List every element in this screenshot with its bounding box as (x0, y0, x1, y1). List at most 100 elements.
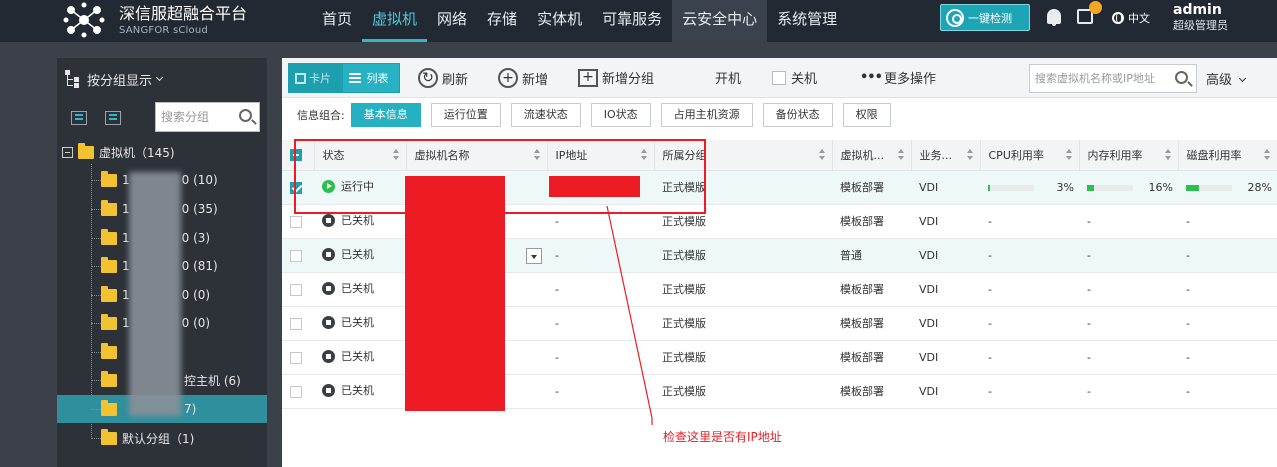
user-role: 超级管理员 (1173, 19, 1228, 32)
tag-basic-info[interactable]: 基本信息 (350, 103, 421, 127)
add-group-button[interactable]: + 新增分组 (578, 68, 654, 87)
folder-icon (101, 342, 117, 359)
main-nav: 首页 虚拟机 网络 存储 实体机 可靠服务 云安全中心 系统管理 (312, 0, 847, 42)
grid-icon (295, 72, 306, 84)
name-dropdown-icon[interactable] (526, 248, 542, 264)
nav-network[interactable]: 网络 (427, 0, 477, 42)
nav-host[interactable]: 实体机 (527, 0, 592, 42)
sort-icon[interactable] (1065, 149, 1073, 161)
col-vm-type[interactable]: 虚拟机... (832, 140, 912, 171)
folder-icon (101, 399, 117, 416)
more-actions-button[interactable]: ••• 更多操作 (860, 68, 936, 87)
row-checkbox[interactable] (290, 385, 302, 398)
folder-icon (101, 256, 117, 273)
folder-icon (101, 228, 117, 245)
group-search-placeholder: 搜索分组 (161, 110, 210, 124)
row-checkbox[interactable] (290, 249, 302, 262)
chevron-down-icon (1238, 74, 1247, 83)
memory-usage-bar (1087, 184, 1133, 191)
col-cpu[interactable]: CPU利用率 (980, 140, 1080, 171)
vm-search-placeholder: 搜索虚拟机名称或IP地址 (1035, 72, 1155, 85)
nav-storage[interactable]: 存储 (477, 0, 527, 42)
tree-root[interactable]: 虚拟机（145) (62, 143, 175, 161)
row-checkbox[interactable] (290, 215, 302, 228)
tree-root-label: 虚拟机（145) (99, 146, 175, 160)
more-icon: ••• (860, 70, 883, 85)
nav-system[interactable]: 系统管理 (767, 0, 847, 42)
sort-icon[interactable] (1164, 149, 1172, 161)
refresh-button[interactable]: ↻ 刷新 (418, 68, 468, 88)
stopped-icon (322, 247, 335, 261)
add-button[interactable]: + 新增 (498, 68, 548, 88)
folder-icon (101, 370, 117, 387)
col-memory[interactable]: 内存利用率 (1079, 140, 1179, 171)
tag-flow-status[interactable]: 流速状态 (510, 103, 581, 127)
sort-icon[interactable] (966, 149, 974, 161)
row-checkbox[interactable] (290, 317, 302, 330)
stopped-icon (322, 315, 335, 329)
tag-host-resources[interactable]: 占用主机资源 (660, 103, 753, 127)
advanced-search-button[interactable]: 高级 (1206, 69, 1247, 88)
brand-subtitle: SANGFOR sCloud (119, 25, 208, 36)
group-tree-icon (65, 70, 81, 88)
folder-icon (101, 285, 117, 302)
plus-icon: + (498, 68, 518, 88)
brand-title: 深信服超融合平台 (119, 4, 248, 23)
folder-icon (101, 428, 117, 445)
user-name: admin (1173, 2, 1222, 18)
globe-icon (1112, 12, 1124, 24)
nav-vm[interactable]: 虚拟机 (362, 0, 428, 42)
user-menu[interactable]: admin 超级管理员 (1173, 2, 1228, 34)
tree-node[interactable] (91, 338, 122, 366)
chevron-down-icon (155, 73, 164, 82)
card-view-button[interactable]: 卡片 (289, 64, 343, 92)
tree-node-default[interactable]: 默认分组（1) (91, 424, 194, 452)
view-switch: 卡片 列表 (288, 63, 400, 93)
collapse-all-icon[interactable] (105, 111, 121, 125)
tag-backup-status[interactable]: 备份状态 (762, 103, 833, 127)
col-business[interactable]: 业务... (911, 140, 981, 171)
stopped-icon (322, 383, 335, 397)
group-search-input[interactable]: 搜索分组 (155, 102, 260, 132)
cpu-usage-bar (988, 184, 1034, 191)
toolbar: 卡片 列表 ↻ 刷新 + 新增 + 新增分组 开机 关机 ••• 更多操作 搜索虚拟机名… (282, 58, 1277, 98)
list-view-button[interactable]: 列表 (342, 64, 399, 92)
vm-search-input[interactable]: 搜索虚拟机名称或IP地址 (1029, 64, 1197, 93)
collapse-icon[interactable] (62, 147, 73, 158)
power-off-icon (772, 70, 786, 85)
group-display-select[interactable]: 按分组显示 (57, 58, 267, 100)
power-off-button[interactable]: 关机 (772, 68, 817, 87)
row-checkbox[interactable] (290, 283, 302, 296)
nav-home[interactable]: 首页 (312, 0, 362, 42)
stopped-icon (322, 213, 335, 227)
sangfor-logo-icon[interactable] (62, 2, 106, 38)
info-combination-label: 信息组合: (297, 109, 345, 122)
col-disk[interactable]: 磁盘利用率 (1178, 140, 1277, 171)
tag-run-location[interactable]: 运行位置 (430, 103, 501, 127)
language-switch[interactable]: 中文 (1112, 10, 1150, 26)
search-icon[interactable] (239, 109, 252, 122)
expand-all-icon[interactable] (71, 111, 87, 125)
brand: 深信服超融合平台 SANGFOR sCloud (119, 4, 247, 37)
folder-icon (101, 170, 117, 187)
annotation-text: 检查这里是否有IP地址 (663, 430, 782, 444)
list-icon (348, 77, 361, 79)
nav-reliable[interactable]: 可靠服务 (592, 0, 672, 42)
row-checkbox[interactable] (290, 351, 302, 364)
power-on-button[interactable]: 开机 (715, 68, 741, 87)
tag-io-status[interactable]: IO状态 (590, 103, 651, 127)
sort-icon[interactable] (897, 149, 905, 161)
tag-permissions[interactable]: 权限 (842, 103, 891, 127)
sort-icon[interactable] (1263, 149, 1271, 161)
folder-icon (78, 143, 94, 159)
bell-icon[interactable] (1047, 9, 1061, 26)
nav-security[interactable]: 云安全中心 (672, 0, 768, 42)
folder-icon (101, 199, 117, 216)
one-key-check-button[interactable]: 一键检测 (940, 4, 1030, 31)
search-icon[interactable] (1175, 71, 1188, 84)
info-combination-bar: 信息组合: 基本信息 运行位置 流速状态 IO状态 占用主机资源 备份状态 权限 (282, 98, 1277, 132)
refresh-icon: ↻ (418, 68, 438, 88)
one-key-check-label: 一键检测 (968, 11, 1012, 25)
stopped-icon (322, 349, 335, 363)
sort-icon[interactable] (818, 149, 826, 161)
